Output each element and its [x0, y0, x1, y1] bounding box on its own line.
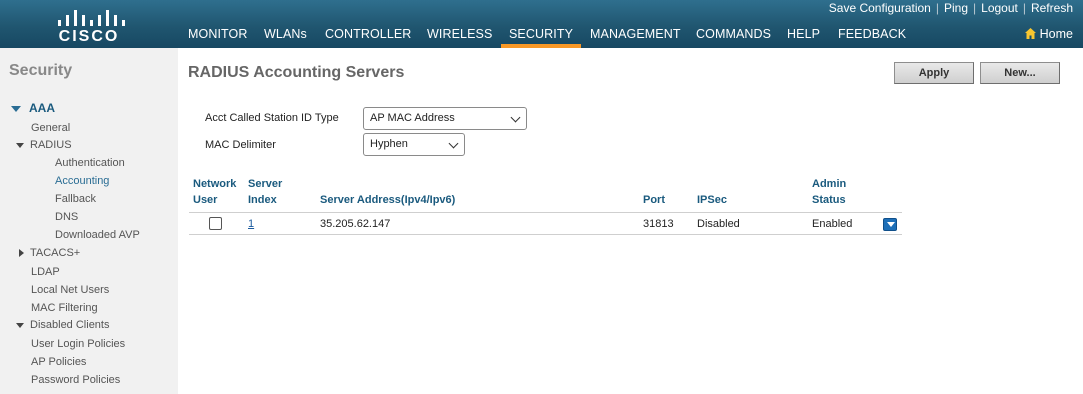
called-station-label: Acct Called Station ID Type — [205, 112, 339, 124]
nav-wireless[interactable]: WIRELESS — [419, 25, 500, 48]
chevron-down-icon — [510, 112, 521, 123]
logout-link[interactable]: Logout — [981, 1, 1018, 15]
ipsec-cell: Disabled — [697, 218, 740, 230]
expanded-triangle-icon — [16, 142, 24, 148]
col-ipsec: IPSec — [697, 194, 727, 206]
mac-delimiter-select[interactable]: Hyphen — [363, 133, 465, 156]
row-action-dropdown-icon[interactable] — [883, 218, 897, 231]
network-user-checkbox[interactable] — [209, 217, 222, 230]
table-row-divider — [189, 234, 902, 235]
nav-help[interactable]: HELP — [779, 25, 828, 48]
sidebar-item-accounting[interactable]: Accounting — [55, 175, 109, 187]
save-configuration-link[interactable]: Save Configuration — [829, 1, 931, 15]
col-admin-status: Admin Status — [812, 178, 847, 206]
sidebar: Security AAA General RADIUS Authenticati… — [0, 48, 178, 394]
sidebar-item-authentication[interactable]: Authentication — [55, 157, 125, 169]
sidebar-item-ldap[interactable]: LDAP — [31, 266, 60, 278]
page-title: RADIUS Accounting Servers — [188, 64, 405, 81]
admin-status-cell: Enabled — [812, 218, 853, 230]
apply-button[interactable]: Apply — [894, 62, 974, 84]
cisco-logo: CISCO — [52, 4, 126, 45]
sidebar-item-password-policies[interactable]: Password Policies — [31, 374, 120, 386]
nav-feedback[interactable]: FEEDBACK — [830, 25, 914, 48]
sidebar-item-ap-policies[interactable]: AP Policies — [31, 356, 86, 368]
main-content: RADIUS Accounting Servers Apply New... A… — [178, 48, 1083, 394]
nav-commands[interactable]: COMMANDS — [688, 25, 779, 48]
sidebar-item-radius[interactable]: RADIUS — [16, 139, 72, 151]
server-index-link[interactable]: 1 — [248, 218, 254, 230]
called-station-select[interactable]: AP MAC Address — [363, 107, 527, 130]
sidebar-item-dns[interactable]: DNS — [55, 211, 78, 223]
sidebar-item-fallback[interactable]: Fallback — [55, 193, 96, 205]
server-address-cell: 35.205.62.147 — [320, 218, 391, 230]
sidebar-item-user-login-policies[interactable]: User Login Policies — [31, 338, 125, 350]
nav-management[interactable]: MANAGEMENT — [582, 25, 689, 48]
sidebar-item-tacacs[interactable]: TACACS+ — [19, 247, 80, 259]
expanded-triangle-icon — [16, 322, 24, 328]
home-icon — [1024, 28, 1036, 39]
chevron-down-icon — [448, 138, 459, 149]
col-server-index: Server Index — [248, 178, 283, 206]
sidebar-title: Security — [9, 62, 73, 79]
col-port: Port — [643, 194, 665, 206]
sidebar-item-local-net-users[interactable]: Local Net Users — [31, 284, 109, 296]
sidebar-item-downloaded-avp[interactable]: Downloaded AVP — [55, 229, 140, 241]
sidebar-item-mac-filtering[interactable]: MAC Filtering — [31, 302, 98, 314]
nav-monitor[interactable]: MONITOR — [180, 25, 256, 48]
home-label: Home — [1039, 27, 1073, 41]
mac-delimiter-label: MAC Delimiter — [205, 139, 276, 151]
sidebar-item-general[interactable]: General — [31, 122, 70, 134]
table-header-divider — [189, 212, 902, 213]
port-cell: 31813 — [643, 218, 674, 230]
sidebar-item-aaa[interactable]: AAA — [11, 101, 55, 115]
home-link[interactable]: Home — [1024, 27, 1073, 41]
utility-links: Save Configuration | Ping | Logout | Refresh — [828, 1, 1073, 15]
cisco-logo-text: CISCO — [58, 28, 120, 45]
expanded-triangle-icon — [11, 105, 21, 112]
ping-link[interactable]: Ping — [944, 1, 968, 15]
cisco-bars-icon — [54, 6, 125, 26]
refresh-link[interactable]: Refresh — [1031, 1, 1073, 15]
top-header: CISCO Save Configuration | Ping | Logout | Ref… — [0, 0, 1083, 48]
mac-delimiter-value: Hyphen — [370, 138, 408, 150]
nav-security[interactable]: SECURITY — [501, 25, 582, 48]
col-network-user: Network User — [193, 178, 237, 206]
nav-controller[interactable]: CONTROLLER — [317, 25, 419, 48]
called-station-value: AP MAC Address — [370, 112, 455, 124]
sidebar-item-disabled-clients[interactable]: Disabled Clients — [16, 319, 109, 331]
col-server-address: Server Address(Ipv4/Ipv6) — [320, 194, 456, 206]
collapsed-triangle-icon — [19, 249, 24, 258]
nav-wlans[interactable]: WLANs — [256, 25, 315, 48]
new-button[interactable]: New... — [980, 62, 1060, 84]
